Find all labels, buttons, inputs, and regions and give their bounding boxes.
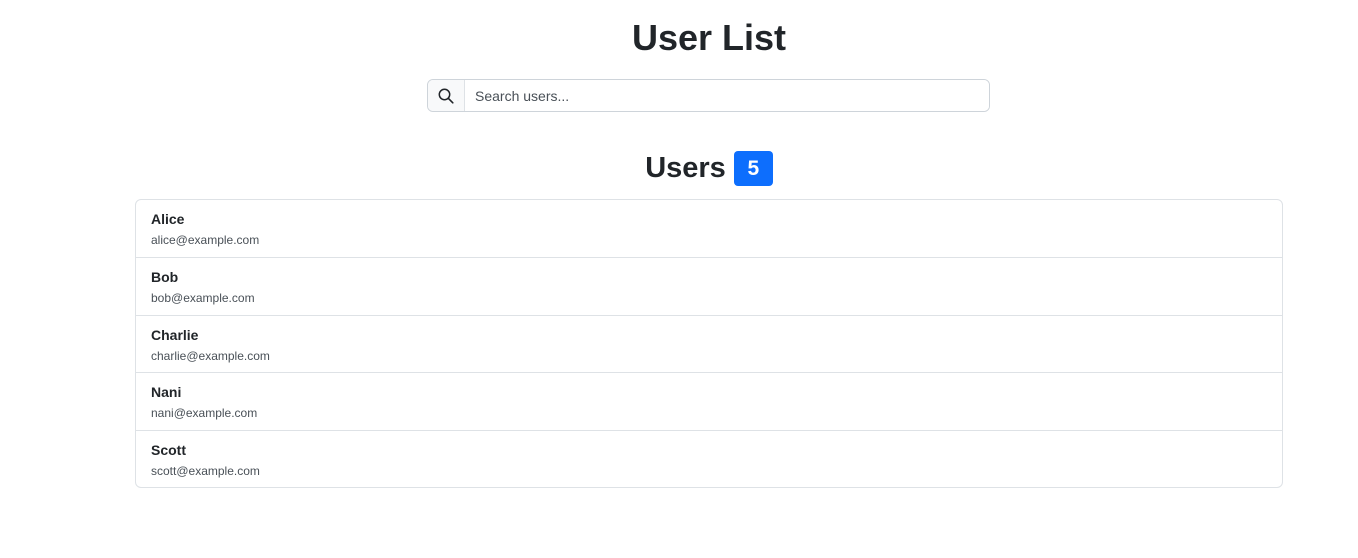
user-email: bob@example.com <box>151 291 255 306</box>
user-list: Alice alice@example.com Bob bob@example.… <box>135 199 1283 488</box>
users-section-header: Users 5 <box>0 150 1358 186</box>
user-name: Charlie <box>151 326 199 343</box>
page: User List Users 5 Alice alice@example.co… <box>0 0 1358 558</box>
user-email: charlie@example.com <box>151 348 270 363</box>
user-name: Bob <box>151 269 179 286</box>
user-name: Scott <box>151 441 186 458</box>
search-icon <box>428 80 465 111</box>
section-title: Users <box>645 152 726 184</box>
list-item[interactable]: Nani nani@example.com <box>136 372 1282 429</box>
user-name: Alice <box>151 211 185 227</box>
list-item[interactable]: Alice alice@example.com <box>136 200 1282 257</box>
user-count-badge: 5 <box>733 150 773 186</box>
list-item[interactable]: Bob bob@example.com <box>136 257 1282 314</box>
user-email: nani@example.com <box>151 406 258 421</box>
user-name: Nani <box>151 384 182 401</box>
search-bar <box>427 79 990 112</box>
page-title: User List <box>631 17 787 58</box>
user-email: alice@example.com <box>151 233 260 247</box>
list-item[interactable]: Scott scott@example.com <box>136 429 1282 487</box>
user-email: scott@example.com <box>151 463 260 478</box>
list-item[interactable]: Charlie charlie@example.com <box>136 314 1282 372</box>
search-input[interactable] <box>465 80 989 111</box>
